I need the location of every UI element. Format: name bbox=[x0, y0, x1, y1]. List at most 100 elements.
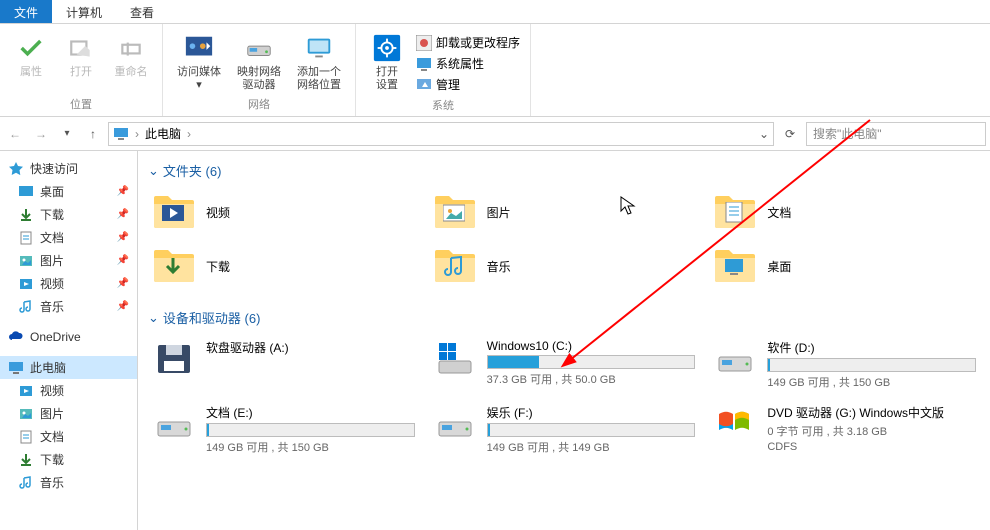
gear-icon bbox=[371, 32, 403, 64]
sidebar-pc-文档[interactable]: 文档 bbox=[0, 425, 137, 448]
folder-图片[interactable]: 图片 bbox=[429, 188, 700, 236]
ribbon-tabs: 文件 计算机 查看 bbox=[0, 0, 990, 24]
pin-icon: 📌 bbox=[117, 301, 129, 312]
folder-icon bbox=[18, 475, 34, 491]
add-network-location-button[interactable]: 添加一个 网络位置 bbox=[289, 28, 349, 92]
sidebar-item-下载[interactable]: 下载📌 bbox=[0, 203, 137, 226]
drive-item[interactable]: Windows10 (C:) 37.3 GB 可用 , 共 50.0 GB bbox=[429, 335, 700, 394]
nav-up-button[interactable]: ↑ bbox=[82, 123, 104, 145]
drive-name: 文档 (E:) bbox=[206, 404, 415, 421]
folder-icon bbox=[433, 246, 477, 286]
drive-name: 软件 (D:) bbox=[767, 339, 976, 356]
drive-name: 娱乐 (F:) bbox=[487, 404, 696, 421]
capacity-bar bbox=[487, 423, 696, 437]
pc-icon bbox=[8, 360, 24, 376]
drive-icon bbox=[152, 404, 196, 444]
sidebar-pc-视频[interactable]: 视频 bbox=[0, 379, 137, 402]
address-bar[interactable]: › 此电脑 › ⌄ bbox=[108, 122, 774, 146]
folder-icon bbox=[18, 207, 34, 223]
folder-icon bbox=[18, 276, 34, 292]
pin-icon: 📌 bbox=[117, 186, 129, 197]
folder-下载[interactable]: 下载 bbox=[148, 242, 419, 290]
drive-fs: CDFS bbox=[767, 441, 976, 453]
sidebar-pc-下载[interactable]: 下载 bbox=[0, 448, 137, 471]
chevron-down-icon: ⌄ bbox=[148, 310, 159, 326]
drive-item[interactable]: 娱乐 (F:) 149 GB 可用 , 共 149 GB bbox=[429, 400, 700, 459]
monitor-small-icon bbox=[416, 56, 432, 72]
drive-name: DVD 驱动器 (G:) Windows中文版 bbox=[767, 404, 976, 421]
folder-icon bbox=[18, 452, 34, 468]
drive-item[interactable]: 软件 (D:) 149 GB 可用 , 共 150 GB bbox=[709, 335, 980, 394]
sidebar-item-音乐[interactable]: 音乐📌 bbox=[0, 295, 137, 318]
manage-button[interactable]: 管理 bbox=[412, 74, 524, 95]
drive-icon bbox=[713, 339, 757, 379]
refresh-button[interactable]: ⟳ bbox=[778, 122, 802, 146]
sidebar-quick-access[interactable]: 快速访问 bbox=[0, 157, 137, 180]
folder-音乐[interactable]: 音乐 bbox=[429, 242, 700, 290]
tab-computer[interactable]: 计算机 bbox=[52, 0, 116, 23]
pin-icon: 📌 bbox=[117, 209, 129, 220]
sidebar-thispc[interactable]: 此电脑 bbox=[0, 356, 137, 379]
addr-crumb-thispc[interactable]: 此电脑 bbox=[145, 125, 181, 142]
section-drives-header[interactable]: ⌄ 设备和驱动器 (6) bbox=[148, 304, 980, 335]
folder-icon bbox=[18, 299, 34, 315]
cloud-icon bbox=[8, 329, 24, 345]
properties-button[interactable]: 属性 bbox=[6, 28, 56, 79]
folder-icon bbox=[18, 230, 34, 246]
capacity-bar bbox=[206, 423, 415, 437]
open-button[interactable]: 打开 bbox=[56, 28, 106, 79]
sidebar-item-桌面[interactable]: 桌面📌 bbox=[0, 180, 137, 203]
section-folders-header[interactable]: ⌄ 文件夹 (6) bbox=[148, 157, 980, 188]
drive-subtext: 149 GB 可用 , 共 149 GB bbox=[487, 439, 696, 455]
drive-subtext: 37.3 GB 可用 , 共 50.0 GB bbox=[487, 371, 696, 387]
folder-icon bbox=[18, 429, 34, 445]
drive-item[interactable]: 软盘驱动器 (A:) bbox=[148, 335, 419, 394]
folder-文档[interactable]: 文档 bbox=[709, 188, 980, 236]
drive-item[interactable]: DVD 驱动器 (G:) Windows中文版0 字节 可用 , 共 3.18 … bbox=[709, 400, 980, 459]
folder-icon bbox=[152, 192, 196, 232]
pin-icon: 📌 bbox=[117, 278, 129, 289]
manage-icon bbox=[416, 77, 432, 93]
thispc-icon bbox=[113, 126, 129, 142]
addr-dropdown[interactable]: ⌄ bbox=[759, 127, 769, 141]
drive-item[interactable]: 文档 (E:)149 GB 可用 , 共 150 GB bbox=[148, 400, 419, 459]
addr-sep1: › bbox=[135, 127, 139, 141]
group-label-system: 系统 bbox=[432, 95, 454, 115]
folder-icon bbox=[18, 184, 34, 200]
folder-icon bbox=[18, 406, 34, 422]
drive-icon bbox=[152, 339, 196, 379]
folder-桌面[interactable]: 桌面 bbox=[709, 242, 980, 290]
nav-forward-button[interactable]: → bbox=[30, 123, 52, 145]
tab-view[interactable]: 查看 bbox=[116, 0, 168, 23]
sidebar-pc-图片[interactable]: 图片 bbox=[0, 402, 137, 425]
search-placeholder: 搜索"此电脑" bbox=[813, 125, 882, 142]
uninstall-programs-button[interactable]: 卸载或更改程序 bbox=[412, 32, 524, 53]
folder-icon bbox=[18, 253, 34, 269]
system-properties-button[interactable]: 系统属性 bbox=[412, 53, 524, 74]
map-drive-button[interactable]: 映射网络 驱动器 bbox=[229, 28, 289, 92]
access-media-button[interactable]: 访问媒体▾ bbox=[169, 28, 229, 92]
folder-icon bbox=[18, 383, 34, 399]
sidebar-item-视频[interactable]: 视频📌 bbox=[0, 272, 137, 295]
search-input[interactable]: 搜索"此电脑" bbox=[806, 122, 986, 146]
nav-history-button[interactable]: ▾ bbox=[56, 123, 78, 145]
sidebar-item-图片[interactable]: 图片📌 bbox=[0, 249, 137, 272]
sidebar-onedrive[interactable]: OneDrive bbox=[0, 326, 137, 348]
group-label-location: 位置 bbox=[70, 94, 92, 114]
open-settings-button[interactable]: 打开 设置 bbox=[362, 28, 412, 92]
drive-network-icon bbox=[243, 32, 275, 64]
sidebar-item-文档[interactable]: 文档📌 bbox=[0, 226, 137, 249]
drive-name: Windows10 (C:) bbox=[487, 339, 696, 353]
folder-视频[interactable]: 视频 bbox=[148, 188, 419, 236]
media-icon bbox=[183, 32, 215, 64]
drive-subtext: 149 GB 可用 , 共 150 GB bbox=[767, 374, 976, 390]
pin-icon: 📌 bbox=[117, 232, 129, 243]
nav-back-button[interactable]: ← bbox=[4, 123, 26, 145]
tab-file[interactable]: 文件 bbox=[0, 0, 52, 23]
rename-button[interactable]: 重命名 bbox=[106, 28, 156, 79]
folder-icon bbox=[713, 192, 757, 232]
capacity-bar bbox=[767, 358, 976, 372]
drive-icon bbox=[713, 404, 757, 444]
nav-sidebar: 快速访问 桌面📌下载📌文档📌图片📌视频📌音乐📌 OneDrive 此电脑 视频图… bbox=[0, 151, 138, 530]
sidebar-pc-音乐[interactable]: 音乐 bbox=[0, 471, 137, 494]
